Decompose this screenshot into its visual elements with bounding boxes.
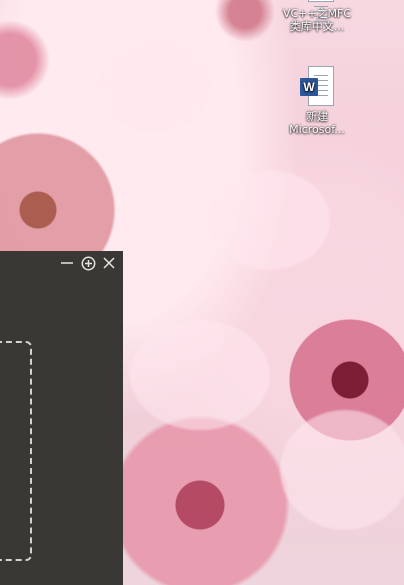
zoom-in-icon [81,256,95,270]
desktop-icon-new-word-doc[interactable]: W 新建 Microsof... [282,66,352,136]
close-button[interactable] [101,255,117,271]
desktop-icon-vc-mfc-doc[interactable]: VC++之MFC 类库中文... [282,0,352,33]
wallpaper-petal [130,320,270,430]
wallpaper-petal [210,170,330,270]
word-badge: W [300,78,318,96]
wallpaper-petal [280,410,404,530]
wallpaper-petal [100,40,210,130]
dashed-selection-frame[interactable] [0,341,32,561]
minimize-icon [61,262,73,264]
desktop-icon-label-line1: 新建 [306,110,328,123]
close-icon [103,257,115,269]
floating-panel [0,251,123,585]
document-icon [300,0,334,23]
document-sheet [308,0,334,23]
desktop-icon-label-line2: Microsof... [289,123,345,136]
word-document-icon: W [300,66,334,106]
minimize-button[interactable] [59,255,75,271]
zoom-in-button[interactable] [80,255,96,271]
panel-controls [59,254,117,272]
